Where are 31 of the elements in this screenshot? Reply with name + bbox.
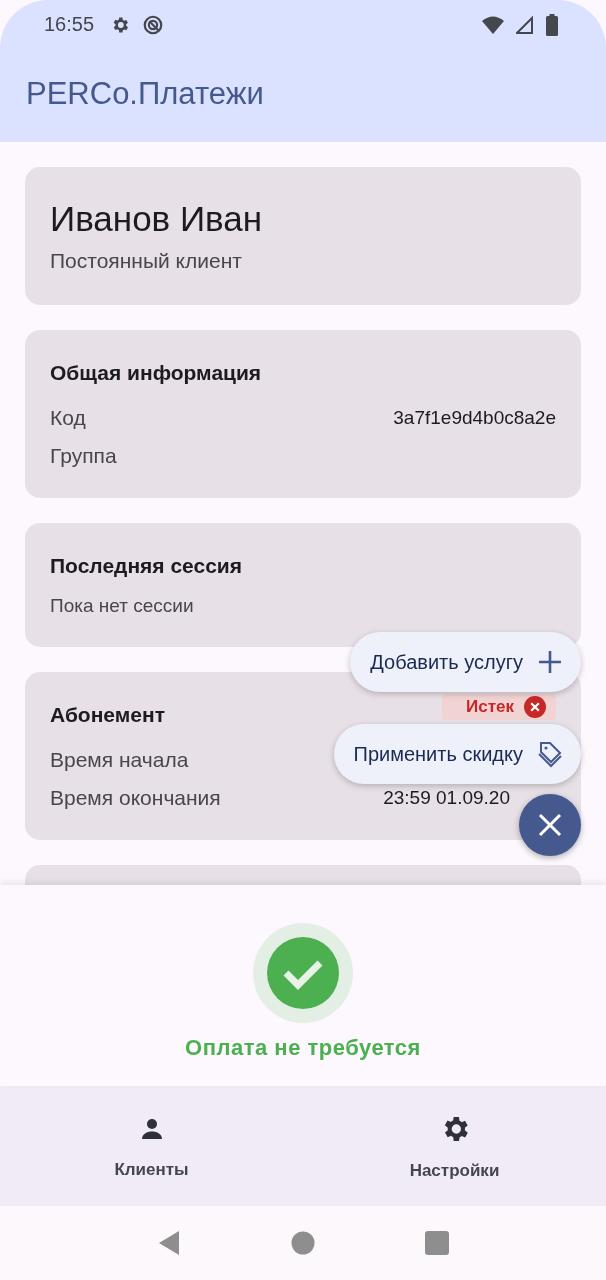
home-icon[interactable] [291, 1231, 315, 1256]
error-icon [524, 696, 546, 719]
speed-dial-action[interactable]: Применить скидку [333, 724, 581, 784]
sync-off-icon [142, 13, 165, 36]
field-value: 23:59 01.09.20 [383, 787, 510, 810]
recents-icon[interactable] [425, 1231, 449, 1256]
nav-tab[interactable]: Настройки [303, 1085, 606, 1207]
app-title: PERCo.Платежи [26, 75, 264, 112]
nav-tab[interactable]: Клиенты [0, 1085, 303, 1207]
section-note: Пока нет сессии [50, 595, 195, 618]
plus-icon [537, 649, 563, 675]
section-title: Последняя сессия [50, 554, 243, 579]
field-label: Группа [50, 444, 117, 469]
field-label: Код [50, 406, 86, 431]
status-badge: Истек [442, 694, 556, 721]
section-title: Абонемент [50, 703, 165, 728]
battery-icon [546, 13, 558, 36]
field-label: Время окончания [50, 786, 221, 811]
signal-icon [516, 15, 534, 34]
field-label: Время начала [50, 748, 189, 773]
status-time: 16:55 [44, 13, 95, 36]
client-category: Постоянный клиент [50, 249, 243, 274]
back-icon[interactable] [157, 1230, 181, 1257]
client-name: Иванов Иван [50, 199, 264, 240]
payment-status: Оплата не требуется [185, 1034, 421, 1061]
field-value: 3a7f1e9d4b0c8a2e [393, 407, 556, 430]
speed-dial-action[interactable]: Добавить услугу [350, 632, 581, 692]
tag-icon [537, 740, 563, 768]
close-icon [537, 812, 563, 838]
section-title: Общая информация [50, 361, 262, 386]
wifi-icon [482, 15, 504, 34]
